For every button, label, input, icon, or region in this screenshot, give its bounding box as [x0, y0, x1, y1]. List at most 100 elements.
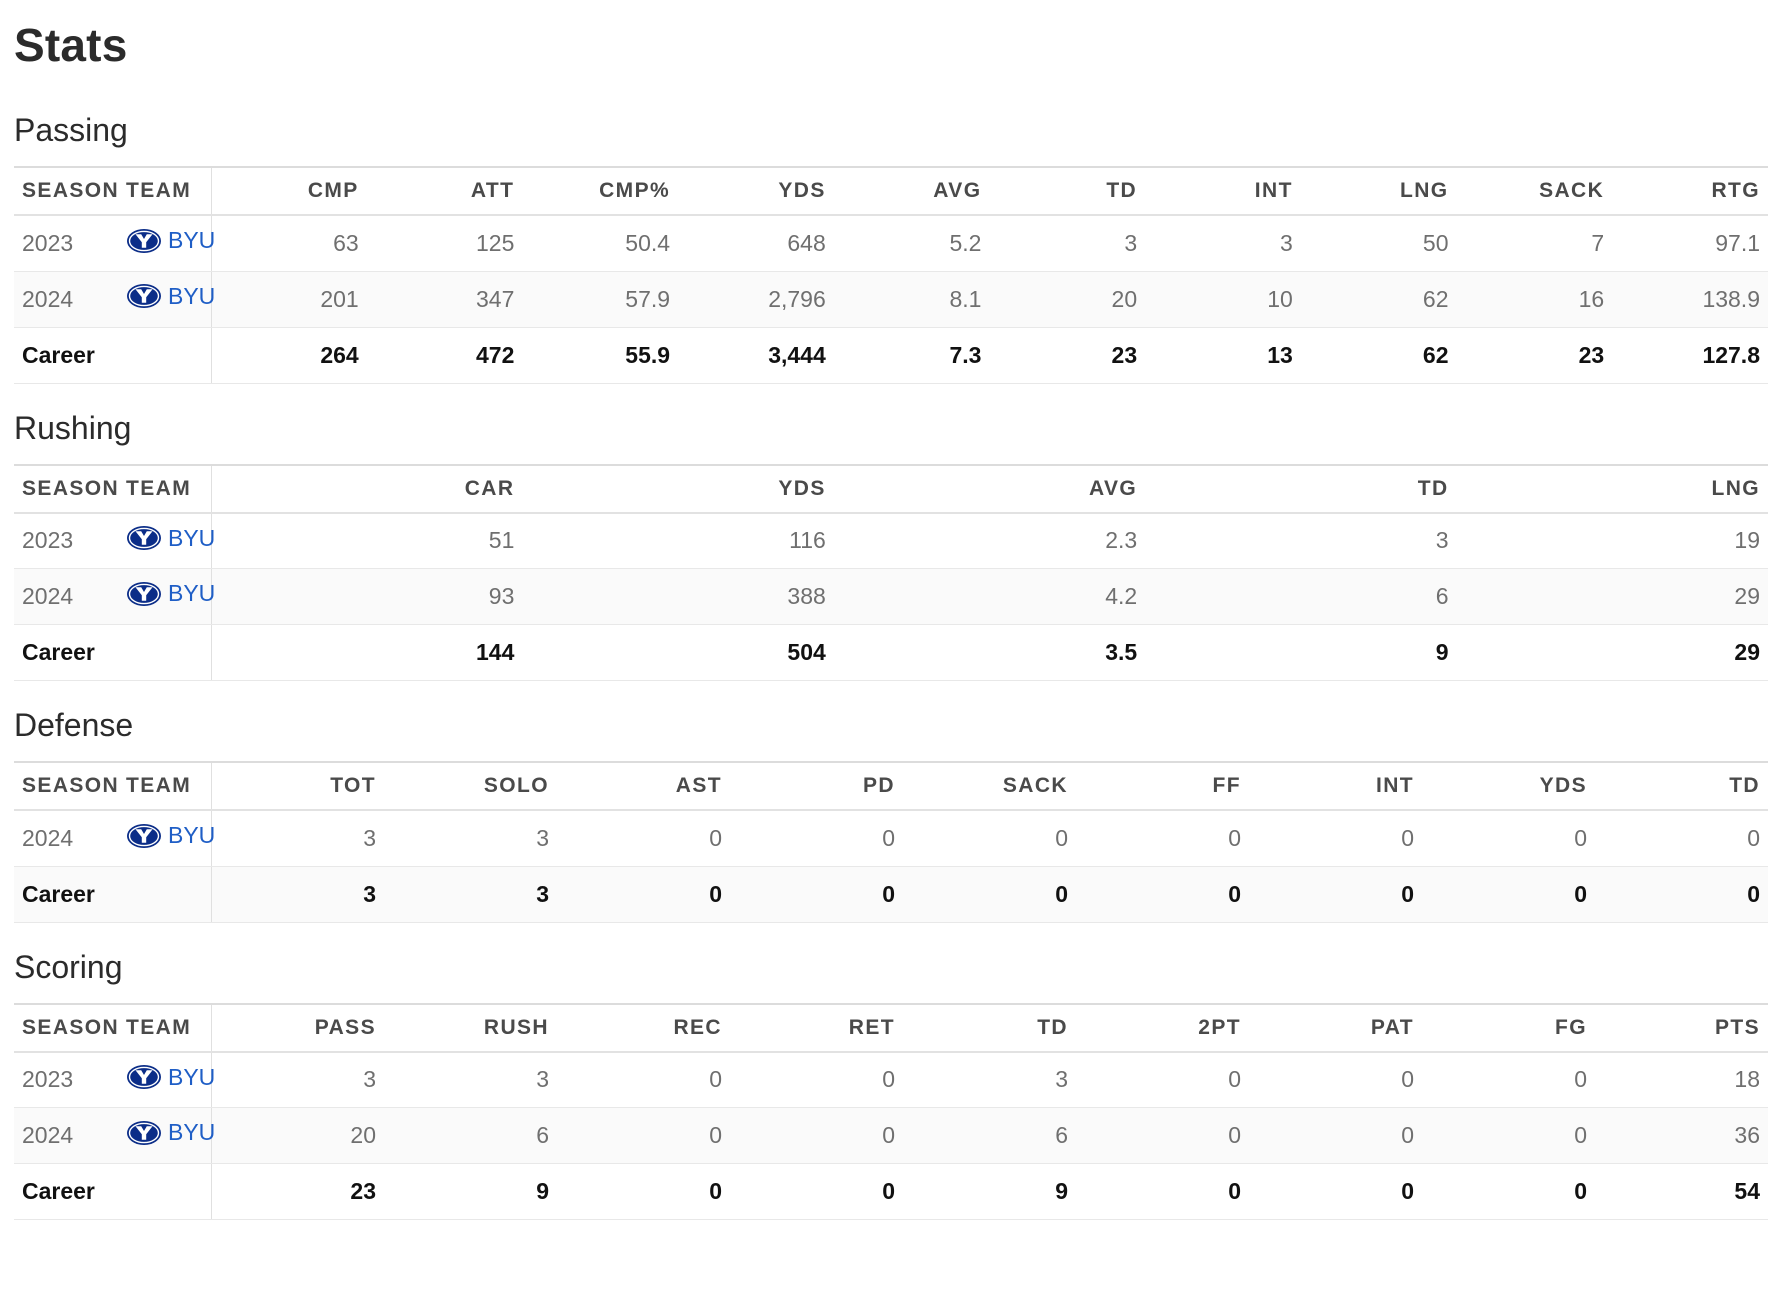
column-header-season[interactable]: SEASON: [14, 761, 118, 811]
column-header-ret[interactable]: RET: [730, 1002, 903, 1053]
column-header-tot[interactable]: TOT: [211, 761, 384, 811]
column-header-ast[interactable]: AST: [557, 761, 730, 811]
stat-cell-td: 3: [1145, 512, 1457, 569]
rushing-stats-table: SEASON TEAM CAR YDS AVG TD LNG 2023 BYU 51 116 2.3 3…: [14, 463, 1768, 681]
team-link-byu[interactable]: BYU: [126, 283, 215, 310]
stat-cell-sack: 0: [903, 810, 1076, 867]
team-cell: BYU: [118, 271, 215, 328]
stats-page: Stats Passing SEASON TEAM CMP ATT CMP% YDS AVG T…: [0, 0, 1780, 1220]
column-header-team[interactable]: TEAM: [118, 463, 212, 514]
column-header-att[interactable]: ATT: [366, 166, 523, 216]
team-cell: BYU: [118, 512, 215, 569]
stat-cell-ret: 0: [730, 1051, 903, 1108]
column-header-yds[interactable]: YDS: [678, 166, 834, 216]
stat-cell-pts: 18: [1595, 1051, 1768, 1108]
column-header-cmp[interactable]: CMP: [211, 166, 367, 216]
column-header-rec[interactable]: REC: [557, 1002, 730, 1053]
column-header-2pt[interactable]: 2PT: [1076, 1002, 1249, 1053]
season-cell: 2024: [14, 810, 118, 867]
stat-cell-fg: 0: [1422, 1051, 1595, 1108]
column-header-yds[interactable]: YDS: [522, 463, 834, 514]
team-link-byu[interactable]: BYU: [126, 1119, 215, 1146]
stat-cell-yds: 0: [1422, 810, 1595, 867]
column-header-car[interactable]: CAR: [211, 463, 523, 514]
column-header-season[interactable]: SEASON: [14, 166, 118, 216]
stat-cell-lng: 62: [1300, 271, 1457, 328]
column-header-lng[interactable]: LNG: [1456, 463, 1768, 514]
column-header-pd[interactable]: PD: [730, 761, 903, 811]
career-stat-cell-cmp: 264: [211, 327, 367, 384]
column-header-avg[interactable]: AVG: [833, 166, 990, 216]
career-stat-cell-rush: 9: [384, 1163, 557, 1220]
team-name: BYU: [168, 524, 216, 551]
column-header-td[interactable]: TD: [1145, 463, 1457, 514]
stat-cell-cmp: 201: [211, 271, 367, 328]
column-header-season[interactable]: SEASON: [14, 463, 118, 514]
column-header-lng[interactable]: LNG: [1300, 166, 1457, 216]
career-stat-cell-yds: 504: [522, 624, 834, 681]
column-header-yds[interactable]: YDS: [1422, 761, 1595, 811]
table-row: 2024 BYU 93 388 4.2 6 29: [14, 568, 1768, 625]
stat-cell-car: 51: [211, 512, 523, 569]
team-name: BYU: [168, 580, 216, 607]
stat-cell-pass: 3: [211, 1051, 384, 1108]
rushing-section-title: Rushing: [14, 409, 132, 446]
team-link-byu[interactable]: BYU: [126, 525, 215, 552]
column-header-td[interactable]: TD: [989, 166, 1146, 216]
career-stat-cell-ret: 0: [730, 1163, 903, 1220]
team-link-byu[interactable]: BYU: [126, 227, 215, 254]
stat-cell-cmp: 63: [211, 215, 367, 272]
career-total-row: Career 23 9 0 0 9 0 0 0 54: [14, 1163, 1768, 1220]
team-link-byu[interactable]: BYU: [126, 1064, 215, 1091]
column-header-solo[interactable]: SOLO: [384, 761, 557, 811]
column-header-fg[interactable]: FG: [1422, 1002, 1595, 1053]
column-header-season[interactable]: SEASON: [14, 1002, 118, 1053]
column-header-avg[interactable]: AVG: [833, 463, 1146, 514]
career-stat-cell-td: 9: [903, 1163, 1076, 1220]
table-row: 2024 BYU 201 347 57.9 2,796 8.1 20 10 62 16 138.9: [14, 271, 1768, 328]
career-label: Career: [14, 866, 212, 923]
team-link-byu[interactable]: BYU: [126, 580, 215, 607]
column-header-team[interactable]: TEAM: [118, 761, 212, 811]
team-name: BYU: [168, 282, 216, 309]
column-header-int[interactable]: INT: [1145, 166, 1301, 216]
stat-cell-ret: 0: [730, 1107, 903, 1164]
column-header-int[interactable]: INT: [1249, 761, 1422, 811]
byu-logo-icon: [127, 1120, 161, 1145]
career-label: Career: [14, 327, 212, 384]
page-title: Stats: [14, 19, 128, 71]
column-header-team[interactable]: TEAM: [118, 166, 212, 216]
defense-stats-table: SEASON TEAM TOT SOLO AST PD SACK FF INT YDS TD 2024…: [14, 761, 1768, 923]
column-header-team[interactable]: TEAM: [118, 1002, 212, 1053]
column-header-pat[interactable]: PAT: [1249, 1002, 1422, 1053]
scoring-section: Scoring SEASON TEAM PASS RUSH REC RET TD 2PT PAT F…: [14, 923, 1768, 1220]
stat-cell-ff: 0: [1076, 810, 1249, 867]
stat-cell-yds: 388: [522, 568, 834, 625]
stat-cell-cmp-pct: 50.4: [522, 215, 679, 272]
stat-cell-tot: 3: [211, 810, 384, 867]
column-header-cmp-pct[interactable]: CMP%: [522, 166, 679, 216]
byu-logo-icon: [127, 228, 161, 253]
stat-cell-int: 0: [1249, 810, 1422, 867]
column-header-td[interactable]: TD: [1595, 761, 1768, 811]
career-total-row: Career 144 504 3.5 9 29: [14, 624, 1768, 681]
career-stat-cell-yds: 3,444: [678, 327, 834, 384]
column-header-ff[interactable]: FF: [1076, 761, 1249, 811]
column-header-sack[interactable]: SACK: [903, 761, 1076, 811]
stat-cell-ast: 0: [557, 810, 730, 867]
stat-cell-sack: 16: [1456, 271, 1613, 328]
column-header-td[interactable]: TD: [903, 1002, 1076, 1053]
column-header-pts[interactable]: PTS: [1595, 1002, 1768, 1053]
column-header-sack[interactable]: SACK: [1456, 166, 1613, 216]
season-cell: 2023: [14, 1051, 118, 1108]
team-link-byu[interactable]: BYU: [126, 822, 215, 849]
stat-cell-pat: 0: [1249, 1107, 1422, 1164]
career-total-row: Career 264 472 55.9 3,444 7.3 23 13 62 23 127.8: [14, 327, 1768, 384]
team-cell: BYU: [118, 568, 215, 625]
career-stat-cell-att: 472: [366, 327, 523, 384]
career-stat-cell-car: 144: [211, 624, 523, 681]
column-header-rtg[interactable]: RTG: [1612, 166, 1768, 216]
column-header-rush[interactable]: RUSH: [384, 1002, 557, 1053]
season-cell: 2023: [14, 512, 118, 569]
column-header-pass[interactable]: PASS: [211, 1002, 384, 1053]
